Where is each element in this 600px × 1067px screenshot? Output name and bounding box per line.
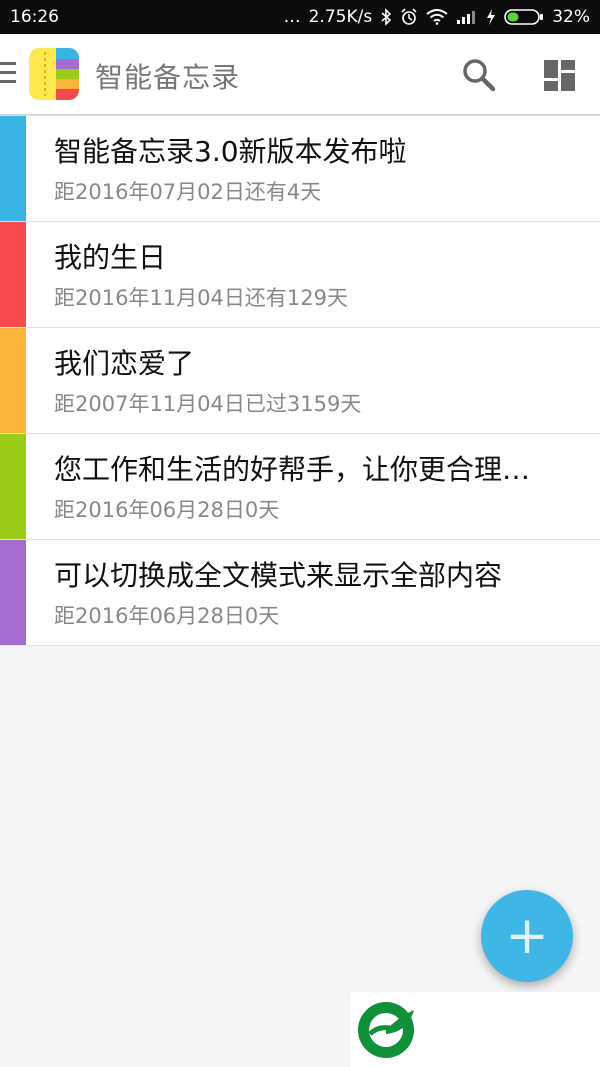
memo-item[interactable]: 我的生日距2016年11月04日还有129天: [0, 222, 600, 328]
network-speed: 2.75K/s: [308, 7, 373, 27]
wifi-icon: [426, 9, 448, 25]
app-logo: [29, 48, 79, 100]
signal-icon: [457, 11, 476, 24]
search-icon[interactable]: [460, 56, 498, 94]
bluetooth-icon: [381, 8, 392, 26]
status-dots: …: [283, 7, 301, 27]
memo-color-bar: [0, 540, 26, 645]
memo-title: 可以切换成全文模式来显示全部内容: [54, 559, 503, 592]
memo-title: 我的生日: [54, 241, 167, 274]
memo-title: 智能备忘录3.0新版本发布啦: [54, 135, 407, 168]
watermark: [350, 992, 600, 1067]
status-icons: … 2.75K/s 32%: [284, 7, 590, 27]
memo-color-bar: [0, 328, 26, 433]
memo-countdown: 距2016年11月04日还有129天: [54, 286, 348, 310]
memo-item[interactable]: 您工作和生活的好帮手，让你更合理… 距2016年06月28日0天: [0, 434, 600, 540]
memo-list: 智能备忘录3.0新版本发布啦 距2016年07月02日还有4天 我的生日 距2016年…: [0, 116, 600, 646]
memo-item[interactable]: 我们恋爱了距2007年11月04日已过3159天: [0, 328, 600, 434]
memo-item[interactable]: 可以切换成全文模式来显示全部内容距2016年06月28日0天: [0, 540, 600, 646]
memo-color-bar: [0, 116, 26, 221]
memo-item[interactable]: 智能备忘录3.0新版本发布啦距2016年07月02日还有4天: [0, 116, 600, 222]
memo-color-bar: [0, 434, 26, 539]
menu-icon[interactable]: [0, 62, 16, 84]
alarm-icon: [401, 8, 417, 25]
leaf-logo-icon: [358, 1002, 414, 1058]
add-memo-button[interactable]: +: [481, 890, 573, 982]
charging-icon: [487, 9, 496, 25]
memo-title: 我们恋爱了: [54, 347, 195, 380]
battery-icon: [504, 9, 544, 25]
status-time: 16:26: [10, 7, 59, 27]
layout-grid-icon[interactable]: [540, 56, 580, 96]
battery-percent: 32%: [552, 7, 590, 27]
app-title: 智能备忘录: [95, 61, 241, 94]
memo-countdown: 距2016年07月02日还有4天: [54, 180, 322, 204]
memo-countdown: 距2016年06月28日0天: [54, 498, 280, 522]
memo-countdown: 距2007年11月04日已过3159天: [54, 392, 362, 416]
status-bar: 16:26 … 2.75K/s 32%: [0, 0, 600, 34]
memo-title: 您工作和生活的好帮手，让你更合理…: [54, 453, 531, 486]
plus-icon: +: [505, 906, 549, 966]
memo-color-bar: [0, 222, 26, 327]
app-bar: 智能备忘录: [0, 34, 600, 116]
memo-countdown: 距2016年06月28日0天: [54, 604, 280, 628]
